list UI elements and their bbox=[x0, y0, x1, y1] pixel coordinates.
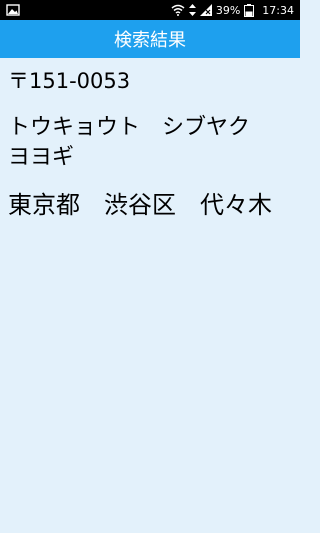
search-result-panel: 〒151-0053 トウキョウト シブヤク ヨヨギ 東京都 渋谷区 代々木 bbox=[0, 58, 300, 533]
address-kanji: 東京都 渋谷区 代々木 bbox=[8, 191, 272, 219]
signal-x-icon bbox=[199, 4, 212, 16]
status-indicators: 39% 17:34 bbox=[171, 0, 294, 20]
wifi-icon bbox=[171, 4, 185, 16]
address-kana: トウキョウト シブヤク ヨヨギ bbox=[8, 115, 251, 170]
battery-percent: 39% bbox=[215, 3, 241, 17]
status-bar: 39% 17:34 bbox=[0, 0, 300, 20]
image-notification-icon bbox=[6, 4, 20, 16]
clock-time: 17:34 bbox=[262, 3, 294, 17]
postal-code: 〒151-0053 bbox=[8, 69, 131, 93]
mobile-data-arrows-icon bbox=[188, 4, 196, 16]
battery-icon bbox=[244, 3, 255, 17]
page-title: 検索結果 bbox=[114, 30, 186, 51]
title-bar: 検索結果 bbox=[0, 20, 300, 58]
